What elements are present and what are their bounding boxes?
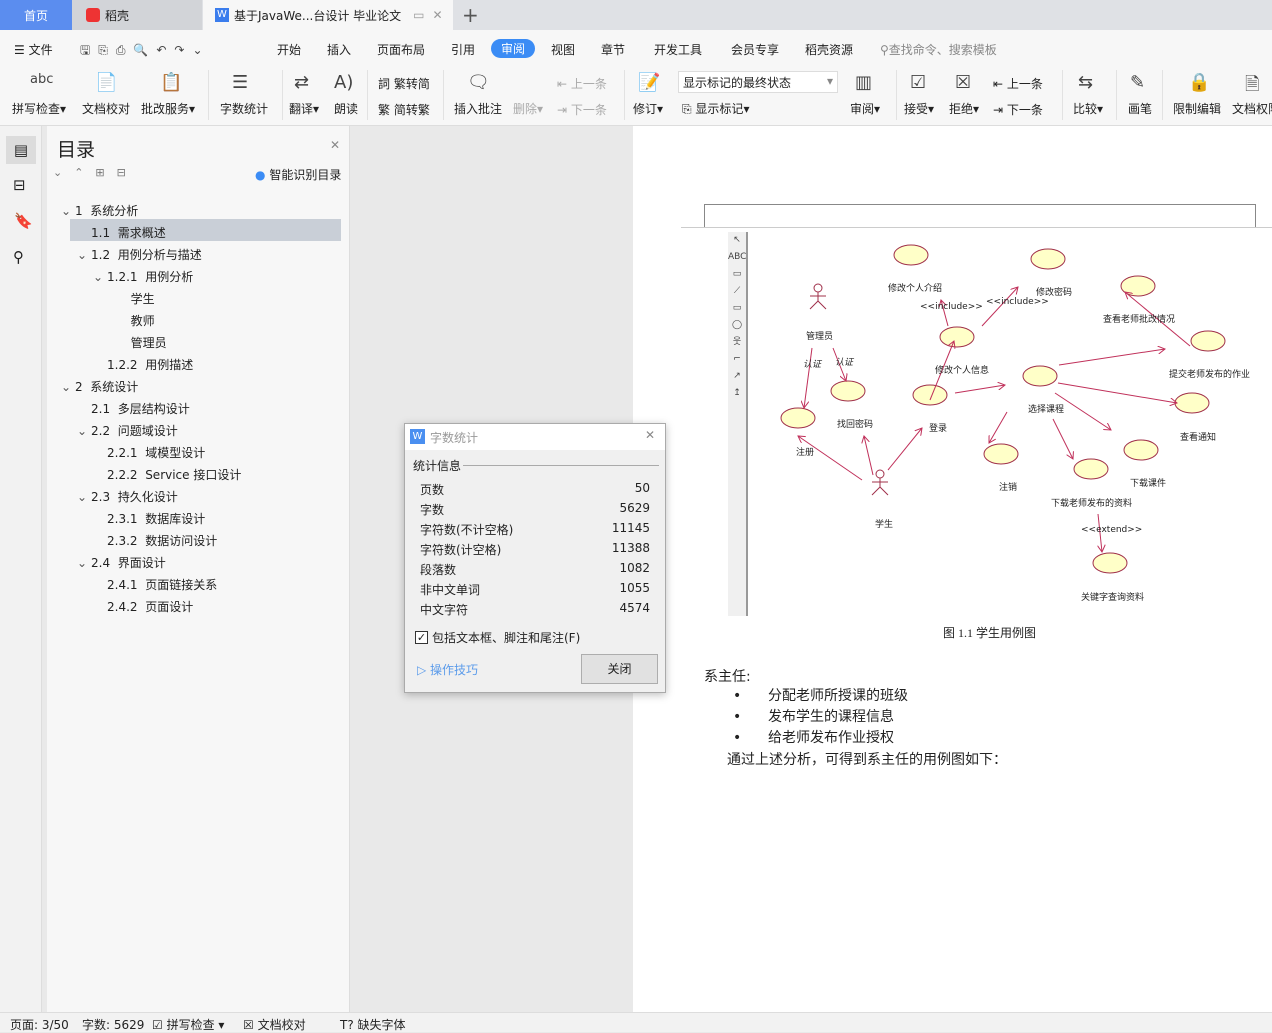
word-count-dialog: W 字数统计 ✕ 统计信息 页数 50 字数 5629 字符数(不计空格) 11145 字符… <box>404 423 666 693</box>
stat-value: 50 <box>634 481 650 495</box>
use-case-ellipse <box>780 407 816 429</box>
diagram-label: 修改个人介绍 <box>888 284 943 294</box>
association-arrow <box>1058 349 1165 366</box>
stat-value: 11388 <box>611 541 650 555</box>
use-case-ellipse <box>983 443 1019 465</box>
label: 操作技巧 <box>430 663 479 677</box>
diagram-label: 注册 <box>796 448 815 458</box>
diagram-label: 选择课程 <box>1028 405 1065 415</box>
label: 包括文本框、脚注和尾注(F) <box>432 631 581 645</box>
label: 拼写检查 <box>166 1018 215 1032</box>
actor-icon <box>809 283 827 310</box>
use-case-ellipse <box>1174 392 1210 414</box>
diagram-label: 查看通知 <box>1180 433 1217 443</box>
use-case-ellipse <box>830 380 866 402</box>
stat-value: 1082 <box>619 561 650 575</box>
association-arrow <box>989 411 1008 443</box>
diagram-label: 修改个人信息 <box>935 366 990 376</box>
tips-link[interactable]: ▷ 操作技巧 <box>417 661 478 678</box>
stat-row: 非中文单词 1055 <box>420 581 650 598</box>
missing-font[interactable]: T? 缺失字体 <box>340 1016 406 1033</box>
use-case-ellipse <box>1092 552 1128 574</box>
status-spell-check[interactable]: ☑ 拼写检查 ▾ <box>152 1016 224 1033</box>
divider <box>463 465 659 466</box>
word-count-indicator[interactable]: 字数: 5629 <box>82 1016 144 1033</box>
dialog-titlebar: W 字数统计 ✕ <box>405 424 665 450</box>
close-button[interactable]: 关闭 <box>581 654 658 684</box>
use-case-ellipse <box>1123 439 1159 461</box>
status-proofread[interactable]: ☒ 文档校对 <box>243 1016 306 1033</box>
diagram-label: 注销 <box>999 483 1018 493</box>
use-case-ellipse <box>1022 365 1058 387</box>
stat-label: 段落数 <box>420 563 457 577</box>
diagram-label: 认证 <box>835 358 854 368</box>
diagram-label: 下载老师发布的资料 <box>1051 499 1133 509</box>
association-arrow <box>887 428 922 471</box>
status-bar: 页面: 3/50 字数: 5629 ☑ 拼写检查 ▾ ☒ 文档校对 T? 缺失字… <box>0 1012 1272 1032</box>
label: 文档校对 <box>257 1018 306 1032</box>
diagram-label: 查看老师批改情况 <box>1103 315 1176 325</box>
diagram-label: 登录 <box>929 424 948 434</box>
actor-icon <box>871 469 889 496</box>
use-case-ellipse <box>1030 248 1066 270</box>
stat-label: 页数 <box>420 483 445 497</box>
diagram-label: 认证 <box>803 360 822 370</box>
use-case-ellipse <box>912 384 948 406</box>
use-case-ellipse <box>1073 458 1109 480</box>
close-icon[interactable]: ✕ <box>645 428 655 442</box>
dialog-title: 字数统计 <box>430 431 479 445</box>
label: 缺失字体 <box>357 1018 406 1032</box>
stat-value: 5629 <box>619 501 650 515</box>
diagram-label: 找回密码 <box>837 420 874 430</box>
diagram-label: 下载课件 <box>1130 479 1167 489</box>
diagram-label: <<include>> <box>920 302 983 312</box>
stat-label: 字数 <box>420 503 445 517</box>
diagram-label: 管理员 <box>806 332 834 342</box>
stat-label: 字符数(不计空格) <box>420 523 514 537</box>
diagram-label: <<include>> <box>986 297 1049 307</box>
association-arrow <box>864 436 874 476</box>
stat-value: 4574 <box>619 601 650 615</box>
association-arrow <box>1057 382 1177 403</box>
diagram-label: 学生 <box>875 520 894 530</box>
stat-label: 中文字符 <box>420 603 469 617</box>
stat-label: 字符数(计空格) <box>420 543 502 557</box>
diagram-label: 关键字查询资料 <box>1081 593 1145 603</box>
stat-row: 中文字符 4574 <box>420 601 650 618</box>
writer-icon: W <box>410 429 425 444</box>
section-label: 统计信息 <box>413 459 462 473</box>
page-indicator[interactable]: 页面: 3/50 <box>10 1016 69 1033</box>
stat-row: 页数 50 <box>420 481 650 498</box>
stat-value: 1055 <box>619 581 650 595</box>
use-case-ellipse <box>893 244 929 266</box>
use-case-ellipse <box>1190 330 1226 352</box>
stat-label: 非中文单词 <box>420 583 481 597</box>
association-arrow <box>1052 418 1073 459</box>
association-arrow <box>954 385 1005 394</box>
stat-row: 段落数 1082 <box>420 561 650 578</box>
checkbox-icon: ✓ <box>415 631 428 644</box>
stat-value: 11145 <box>611 521 650 535</box>
use-case-ellipse <box>939 326 975 348</box>
stat-row: 字数 5629 <box>420 501 650 518</box>
include-textbox-checkbox[interactable]: ✓ 包括文本框、脚注和尾注(F) <box>415 629 580 646</box>
association-arrow <box>798 436 863 481</box>
stat-row: 字符数(不计空格) 11145 <box>420 521 650 538</box>
diagram-label: <<extend>> <box>1081 525 1143 535</box>
diagram-label: 提交老师发布的作业 <box>1169 370 1251 380</box>
stat-row: 字符数(计空格) 11388 <box>420 541 650 558</box>
